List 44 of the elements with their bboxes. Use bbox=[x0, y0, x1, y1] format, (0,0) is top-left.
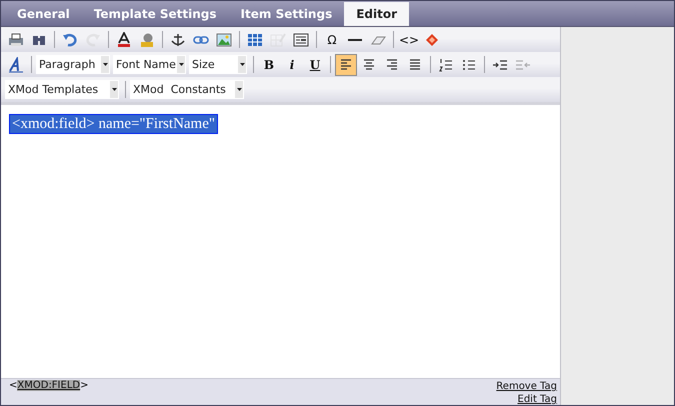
style-icon bbox=[8, 56, 24, 72]
anchor-icon bbox=[170, 32, 186, 48]
caret-icon bbox=[112, 88, 116, 91]
format-button[interactable]: i bbox=[281, 54, 303, 76]
printer-icon bbox=[8, 32, 24, 48]
horizontal-rule-icon bbox=[347, 38, 363, 40]
toolbar-button[interactable]: <> bbox=[398, 28, 420, 50]
diamond-icon bbox=[424, 32, 440, 48]
tag-link[interactable]: Edit Tag bbox=[518, 393, 557, 405]
editor-area[interactable]: <xmod:field> name="FirstName" bbox=[1, 102, 560, 378]
dropdown[interactable]: Font Name bbox=[113, 55, 186, 74]
toolbar-button[interactable]: Ω bbox=[321, 28, 343, 50]
justify-icon bbox=[407, 56, 423, 72]
caret-icon bbox=[178, 63, 184, 66]
form-icon bbox=[293, 32, 309, 48]
dropdown[interactable]: Size bbox=[189, 55, 247, 74]
toolbar-button[interactable] bbox=[335, 54, 357, 76]
table-icon bbox=[247, 32, 263, 48]
font-color-icon bbox=[116, 32, 132, 48]
image-icon bbox=[216, 32, 232, 48]
format-button[interactable]: B bbox=[258, 54, 280, 76]
numbered-list-icon bbox=[438, 56, 454, 72]
format-button[interactable]: U bbox=[304, 54, 326, 76]
dropdown[interactable]: Paragraph bbox=[36, 55, 110, 74]
tag-bracket: > bbox=[80, 380, 88, 391]
tab[interactable]: Item Settings bbox=[228, 2, 344, 26]
dropdown[interactable]: XMod Templates bbox=[5, 80, 119, 99]
tag-link[interactable]: Remove Tag bbox=[496, 380, 557, 393]
align-center-icon bbox=[361, 56, 377, 72]
tab[interactable]: General bbox=[5, 2, 82, 26]
table-pencil-icon bbox=[270, 32, 286, 48]
caret-icon bbox=[240, 63, 244, 66]
editor-text: <xmod:field> name="FirstName" bbox=[10, 115, 218, 133]
tab[interactable]: Editor bbox=[344, 2, 410, 26]
undo-icon bbox=[62, 32, 78, 48]
dropdown[interactable]: XMod Constants bbox=[130, 80, 244, 99]
align-right-icon bbox=[384, 56, 400, 72]
tab[interactable]: Template Settings bbox=[82, 2, 229, 26]
tag-bracket: < bbox=[9, 380, 18, 391]
redo-icon bbox=[85, 32, 101, 48]
tag-link[interactable]: XMOD:FIELD bbox=[17, 380, 80, 391]
align-left-icon bbox=[338, 56, 354, 72]
caret-icon bbox=[236, 88, 242, 91]
caret-icon bbox=[102, 63, 108, 66]
